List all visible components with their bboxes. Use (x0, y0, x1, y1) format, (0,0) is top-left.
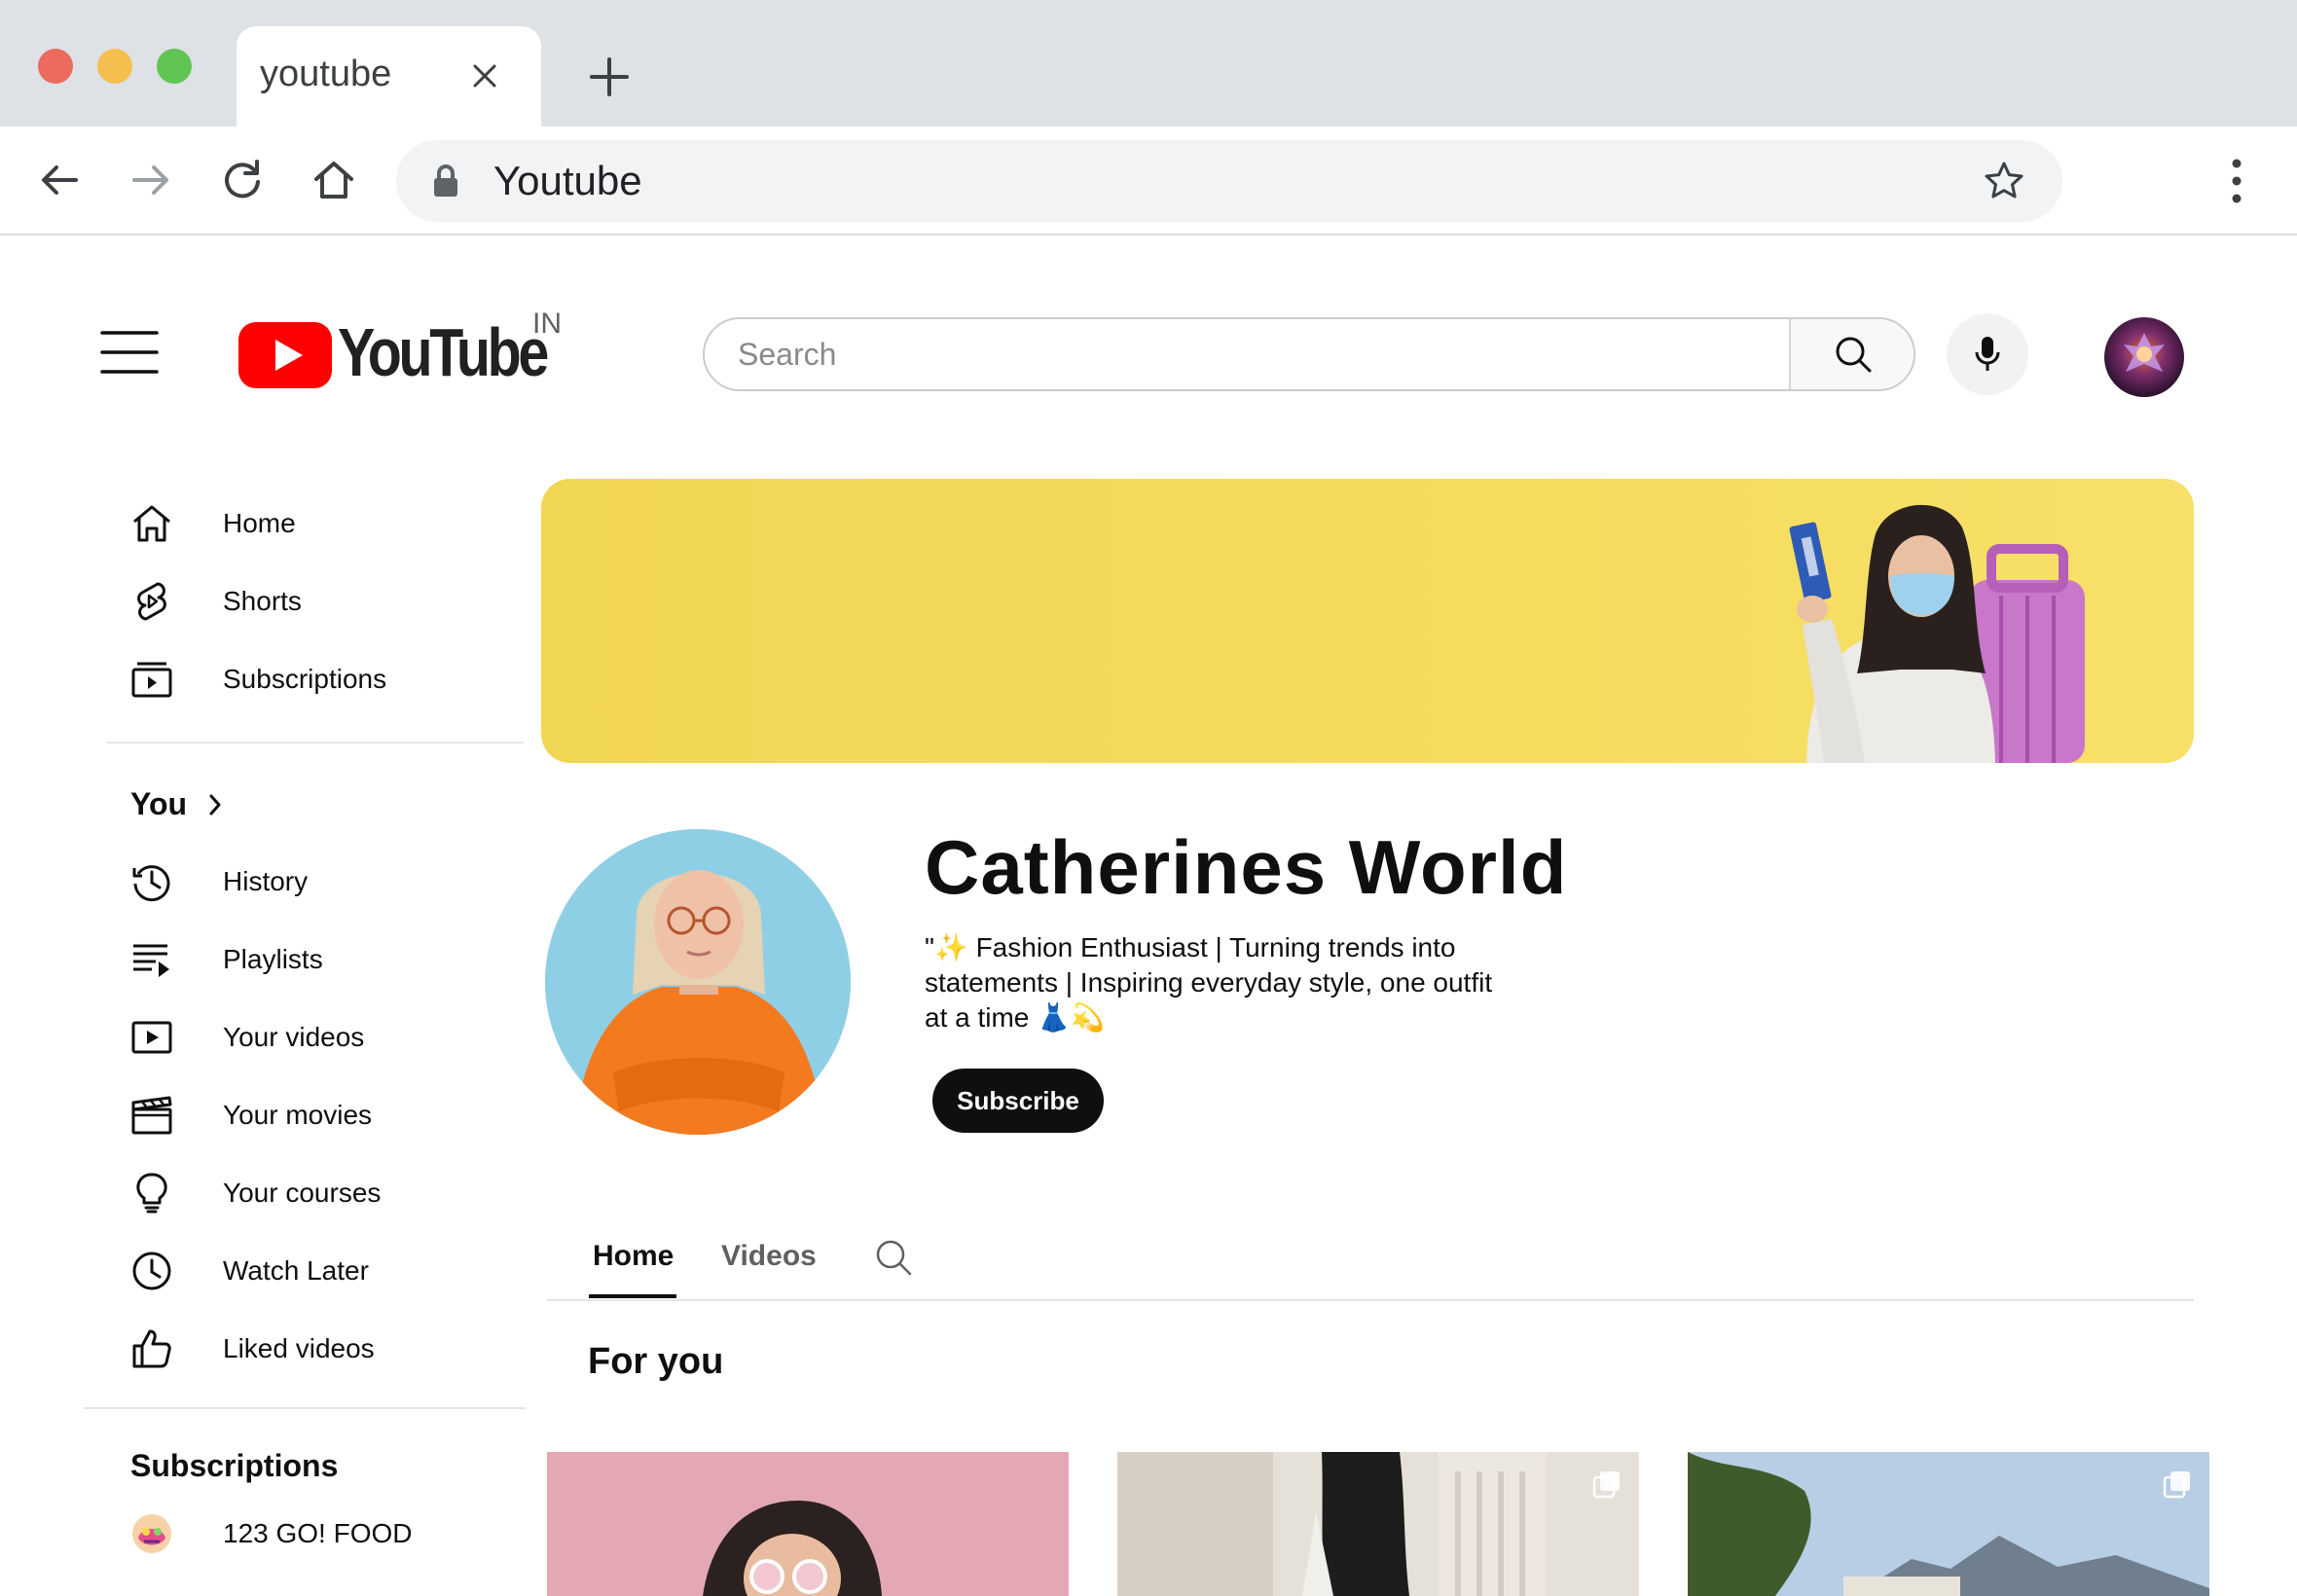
sidebar-item-watch-later[interactable]: Watch Later (107, 1236, 516, 1306)
section-title: For you (588, 1341, 724, 1382)
account-avatar[interactable] (2104, 317, 2184, 397)
kebab-menu-icon[interactable] (2225, 156, 2248, 206)
lock-icon (434, 164, 457, 197)
sidebar-item-your-movies[interactable]: Your movies (107, 1080, 516, 1150)
sidebar-item-label: 123 GO! FOOD (223, 1518, 413, 1548)
reload-icon[interactable] (218, 156, 267, 204)
voice-search-button[interactable] (1947, 313, 2028, 395)
channel-description: "✨ Fashion Enthusiast | Turning trends i… (925, 932, 1493, 1033)
search-icon (1836, 337, 1872, 373)
thumbnail-image (1117, 1452, 1639, 1596)
avatar-image (2104, 317, 2184, 397)
hamburger-menu-icon[interactable] (100, 329, 159, 376)
sidebar-you-heading[interactable]: You (130, 786, 247, 829)
omnibox[interactable]: Youtube (396, 140, 2062, 222)
sidebar-divider (107, 742, 524, 744)
search-bar (703, 317, 1915, 391)
microphone-icon (1975, 337, 2000, 371)
sidebar-item-label: History (223, 866, 309, 896)
sidebar-item-home[interactable]: Home (107, 489, 516, 559)
chevron-right-icon (209, 794, 221, 816)
address-bar: Youtube (0, 127, 2297, 236)
window-minimize-button[interactable] (97, 49, 132, 84)
sidebar-item-label: Your videos (223, 1022, 365, 1052)
thumbnail-image (547, 1452, 1069, 1596)
sidebar-item-history[interactable]: History (107, 847, 516, 917)
subscribe-button[interactable]: Subscribe (932, 1069, 1104, 1133)
url-text: Youtube (493, 158, 642, 203)
sidebar-item-your-videos[interactable]: Your videos (107, 1002, 516, 1072)
star-icon[interactable] (1983, 160, 2025, 202)
thumbs-up-icon (132, 1329, 171, 1368)
sidebar-item-label: Shorts (223, 586, 302, 616)
window-maximize-button[interactable] (157, 49, 192, 84)
youtube-wordmark: YouTube (338, 314, 549, 390)
sidebar-item-your-courses[interactable]: Your courses (107, 1158, 516, 1228)
plus-icon[interactable] (588, 55, 631, 98)
home-icon[interactable] (310, 156, 358, 204)
browser-tab[interactable]: youtube (237, 26, 541, 127)
forward-arrow-icon[interactable] (127, 156, 175, 204)
region-code: IN (532, 308, 562, 340)
home-icon (133, 505, 170, 542)
sidebar-item-shorts[interactable]: Shorts (107, 566, 516, 636)
channel-avatar-image (545, 829, 851, 1135)
channel-avatar-icon (132, 1514, 171, 1553)
sidebar-item-label: Watch Later (223, 1255, 369, 1286)
youtube-play-icon (238, 322, 332, 388)
thumbnail-image (1688, 1452, 2209, 1596)
back-arrow-icon[interactable] (35, 156, 84, 204)
multi-image-icon (1592, 1471, 1620, 1499)
channel-search-icon[interactable] (874, 1238, 913, 1277)
sidebar-item-liked-videos[interactable]: Liked videos (107, 1314, 516, 1384)
subscriptions-heading: Subscriptions (130, 1448, 339, 1483)
tab-home[interactable]: Home (593, 1240, 674, 1273)
you-heading-label: You (130, 786, 188, 821)
search-input[interactable] (705, 319, 1789, 389)
sidebar-item-label: Your movies (223, 1100, 373, 1130)
video-thumbnail[interactable] (1688, 1452, 2209, 1596)
video-thumbnail[interactable] (1117, 1452, 1639, 1596)
video-thumbnail[interactable] (547, 1452, 1069, 1596)
playlists-icon (133, 944, 169, 977)
your-videos-icon (131, 1021, 172, 1054)
history-icon (132, 865, 170, 902)
window-close-button[interactable] (38, 49, 73, 84)
channel-banner (541, 479, 2194, 763)
sidebar-item-label: Your courses (223, 1178, 382, 1208)
tab-videos[interactable]: Videos (721, 1240, 817, 1273)
tab-title: youtube (260, 54, 392, 94)
subscription-item-123-go-food[interactable]: 123 GO! FOOD (107, 1499, 586, 1569)
youtube-logo[interactable]: YouTube (238, 311, 549, 399)
tabs-divider (547, 1299, 2194, 1301)
subscriptions-icon (131, 662, 172, 698)
clapperboard-icon (131, 1096, 172, 1135)
banner-image (1789, 504, 2085, 763)
multi-image-icon (2163, 1471, 2190, 1499)
clock-icon (132, 1251, 171, 1290)
sidebar-item-label: Playlists (223, 944, 323, 974)
search-button[interactable] (1789, 319, 1914, 389)
browser-tab-bar: youtube (0, 0, 2297, 127)
channel-name: Catherines World (925, 824, 1568, 910)
shorts-icon (137, 582, 166, 621)
sidebar-divider (84, 1407, 526, 1409)
close-icon[interactable] (470, 61, 499, 91)
sidebar-item-label: Liked videos (223, 1333, 375, 1363)
sidebar-item-label: Subscriptions (223, 664, 387, 694)
sidebar-item-subscriptions[interactable]: Subscriptions (107, 644, 516, 714)
sidebar-item-playlists[interactable]: Playlists (107, 925, 516, 995)
channel-avatar (545, 829, 851, 1135)
sidebar-item-label: Home (223, 508, 296, 538)
active-tab-indicator (589, 1294, 676, 1298)
lightbulb-icon (136, 1173, 167, 1214)
